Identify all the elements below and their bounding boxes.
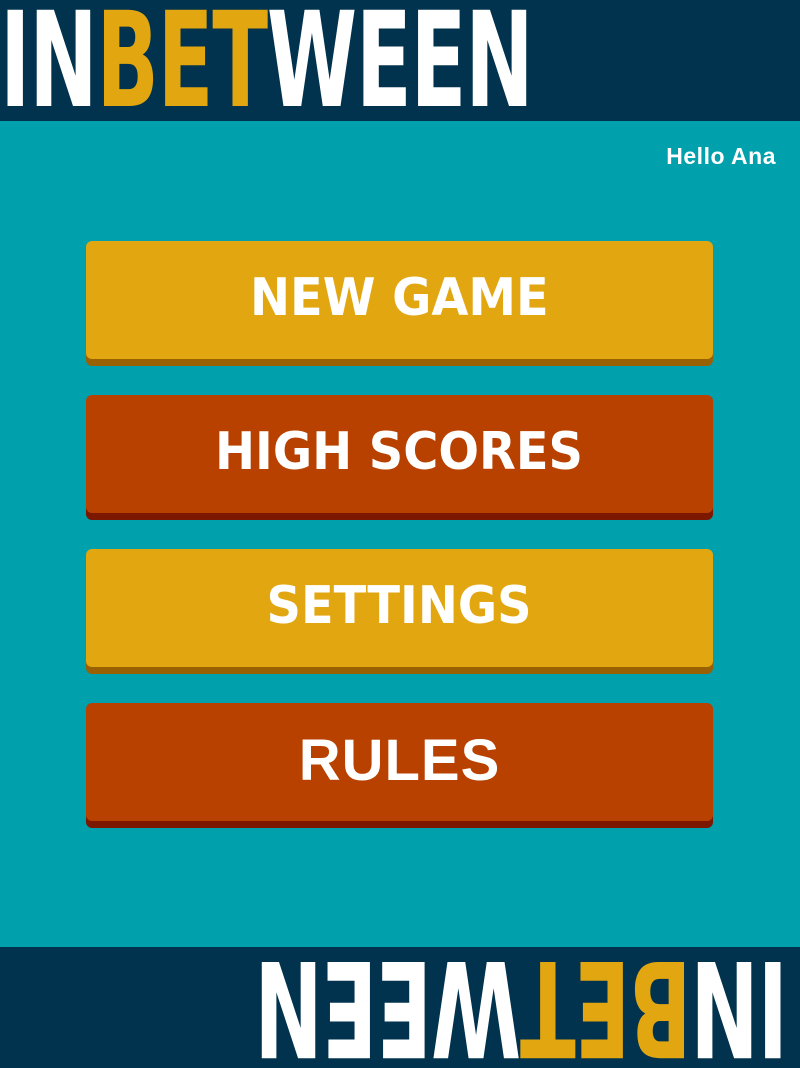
logo-part-bet: BET <box>96 0 268 121</box>
new-game-button[interactable]: NEW GAME <box>86 241 713 359</box>
logo-part-in: IN <box>691 947 788 1068</box>
high-scores-button[interactable]: HIGH SCORES <box>86 395 713 513</box>
high-scores-label: HIGH SCORES <box>215 422 584 482</box>
main-menu: NEW GAME HIGH SCORES SETTINGS RULES <box>86 241 713 857</box>
header-banner: IN BET WEEN <box>0 0 800 121</box>
new-game-label: NEW GAME <box>250 268 549 328</box>
footer-logo-wrapper: IN BET WEEN <box>0 947 800 1068</box>
footer-banner: IN BET WEEN <box>0 947 800 1068</box>
settings-label: SETTINGS <box>266 576 533 636</box>
rules-button[interactable]: RULES <box>86 703 713 821</box>
user-greeting: Hello Ana <box>666 143 776 169</box>
settings-button[interactable]: SETTINGS <box>86 549 713 667</box>
logo-part-in: IN <box>0 0 98 121</box>
logo-part-bet: BET <box>521 947 692 1068</box>
logo-part-ween: WEEN <box>266 0 534 121</box>
game-logo: IN BET WEEN <box>0 0 534 121</box>
logo-part-ween: WEEN <box>255 947 522 1068</box>
rules-label: RULES <box>298 727 501 793</box>
game-logo-inverted: IN BET WEEN <box>256 947 788 1068</box>
